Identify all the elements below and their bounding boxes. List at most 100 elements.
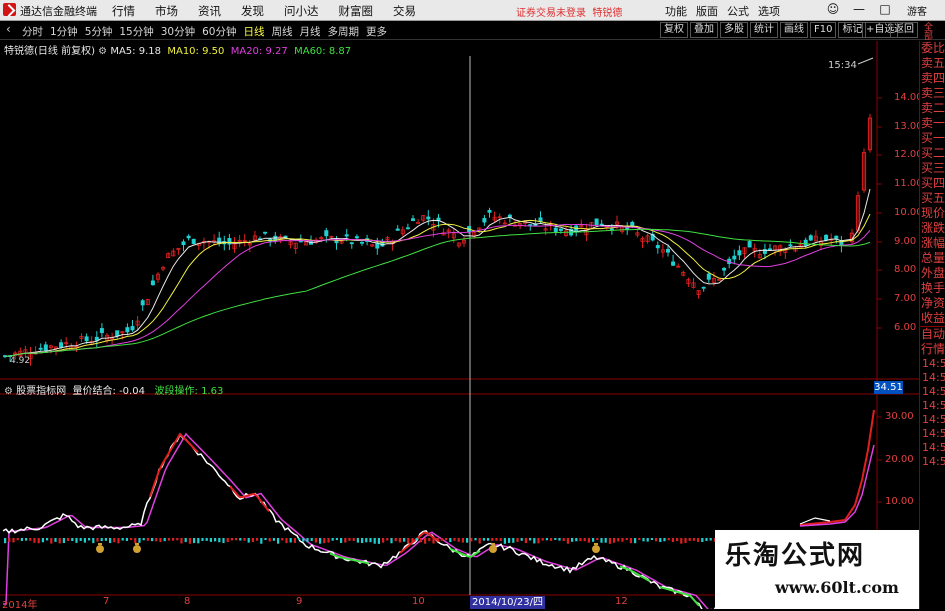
volume-bar [407,538,410,544]
auto-quote-tab[interactable]: 自动 [920,327,945,342]
volume-bar [344,538,347,543]
candle-body [181,241,186,245]
volume-bar [499,538,502,542]
auto-quote-tab[interactable]: 行情 [920,342,945,357]
volume-bar [16,538,19,541]
quote-field-label[interactable]: 净资 [920,296,945,311]
candle-body [84,336,89,342]
volume-bar [331,538,334,541]
tick-time: 14:50 [922,441,945,454]
settings-icon[interactable]: ⚙ [98,46,107,57]
volume-bar [302,538,305,542]
volume-bar [545,538,548,541]
volume-bar [692,538,695,541]
volume-bar [146,538,149,541]
candle-body [553,227,558,232]
tick-time: 14:50 [922,385,945,398]
volume-bar [369,538,372,543]
volume-bar [697,538,700,542]
volume-bar [117,538,120,544]
money-bag-icon [489,545,497,553]
volume-bar [151,538,154,542]
quote-field-label[interactable]: 现价 [920,206,945,221]
indicator-tick-label: 20.00 [885,454,914,465]
volume-bar [634,538,637,544]
quote-field-label[interactable]: 卖四 [920,71,945,86]
candle-body [349,242,354,245]
volume-bar [394,538,397,542]
candle-body [416,222,421,224]
volume-bar [503,538,506,544]
candle-body [803,239,808,246]
tick-time: 14:50 [922,357,945,370]
tick-time: 14:50 [922,427,945,440]
volume-bar [159,538,162,543]
quote-field-label[interactable]: 买三 [920,161,945,176]
candle-body [808,235,813,241]
quote-field-label[interactable]: 外盘 [920,266,945,281]
volume-bar [306,538,309,543]
volume-bar [138,538,141,543]
volume-bar [403,538,406,542]
volume-bar [440,538,443,541]
volume-bar [655,538,658,542]
indicator-info-bar: ⚙ 股票指标网 量价结合: -0.04 波段操作: 1.63 [4,382,223,397]
volume-bar [12,538,15,543]
quote-field-label[interactable]: 买一 [920,131,945,146]
quote-field-label[interactable]: 卖一 [920,116,945,131]
volume-bar [235,538,238,541]
quote-field-label[interactable]: 换手 [920,281,945,296]
quote-field-label[interactable]: 收益 [920,311,945,326]
candle-body [747,241,752,248]
quote-field-label[interactable]: 买二 [920,146,945,161]
candle-body [732,255,737,260]
volume-bar [709,538,712,541]
quote-field-label[interactable]: 买四 [920,176,945,191]
candle-body [38,347,43,350]
volume-bar [621,538,624,542]
candle-body [191,238,196,245]
volume-bar [104,538,107,541]
volume-bar [562,538,565,542]
candle-body [701,286,706,289]
candle-body [59,342,64,348]
candle-body [671,261,676,266]
ma60-label: MA60: [294,46,326,57]
volume-bar [596,538,599,541]
volume-bar [377,538,380,544]
cursor-date: 2014/10/23/四 [470,596,546,609]
volume-bar [356,538,359,543]
indicator-name[interactable]: 股票指标网 [16,386,66,397]
indicator-segment [149,432,199,498]
chart-canvas[interactable] [0,0,945,609]
volume-bar [272,538,275,541]
quote-field-label[interactable]: 卖三 [920,86,945,101]
quote-field-label[interactable]: 卖二 [920,101,945,116]
quote-field-label[interactable]: 卖五 [920,56,945,71]
volume-bar [188,538,191,544]
volume-bar [327,538,330,543]
volume-bar [96,538,99,542]
volume-bar [571,538,574,542]
tick-time: 14:50 [922,455,945,468]
indicator-segment [619,565,651,583]
candle-body [130,326,135,331]
volume-bar [67,538,70,541]
candle-body [666,248,671,253]
volume-bar [558,538,561,541]
vertical-tab[interactable]: 全部 [922,22,932,40]
quote-field-label[interactable]: 买五 [920,191,945,206]
price-tick-label: 8.00 [894,264,917,275]
indicator-settings-icon[interactable]: ⚙ [4,386,13,397]
volume-bar [684,538,687,543]
candle-body [538,217,543,222]
quote-field-label[interactable]: 总量 [920,251,945,266]
tick-time: 14:50 [922,371,945,384]
volume-bar [352,538,355,542]
x-tick-label: 8 [184,596,191,607]
volume-bar [100,538,103,542]
quote-field-label[interactable]: 涨跌 [920,221,945,236]
candle-body [834,235,839,239]
quote-field-label[interactable]: 委比 [920,41,945,56]
quote-field-label[interactable]: 涨幅 [920,236,945,251]
